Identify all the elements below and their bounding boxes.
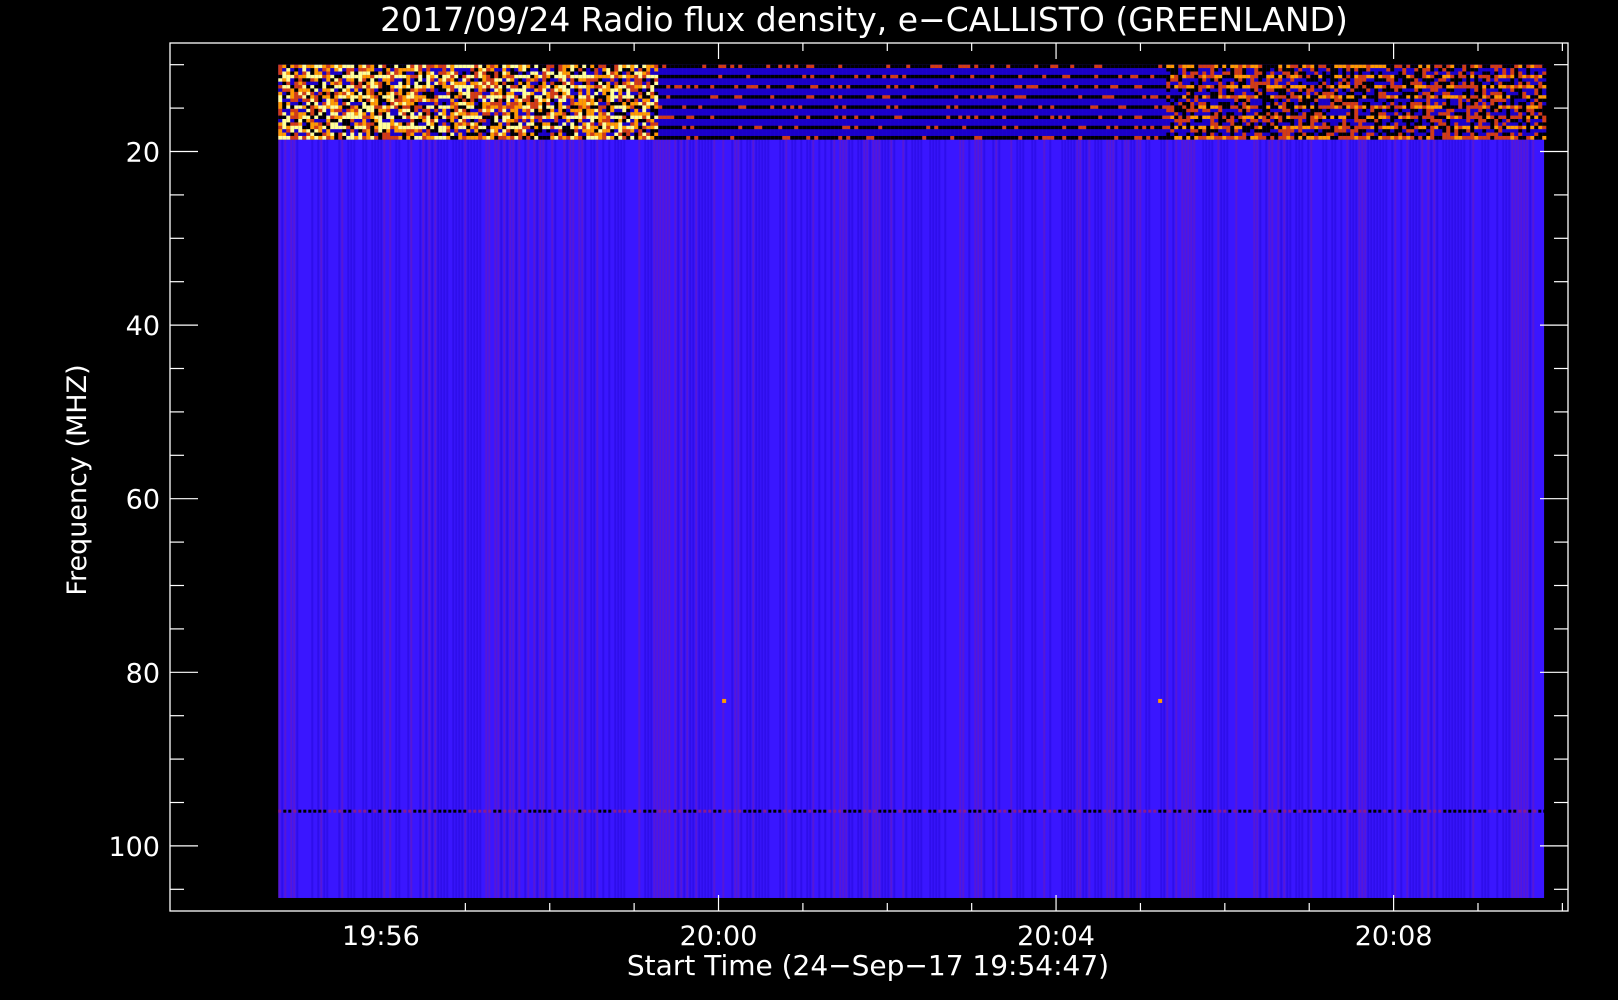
heatmap-data [278,64,1547,898]
y-tick-label: 100 [108,832,160,863]
x-tick-labels: 19:56 20:00 20:04 20:08 [342,921,1432,952]
emission-spot [722,698,727,703]
x-tick-label: 20:00 [680,921,758,952]
y-tick-label: 80 [126,658,160,689]
y-tick-label: 20 [126,138,160,169]
emission-band [278,64,1547,140]
spectrogram-chart: 2017/09/24 Radio flux density, e−CALLIST… [62,0,1569,982]
x-tick-label: 20:08 [1355,921,1433,952]
x-tick-label: 20:04 [1017,921,1095,952]
emission-spot [1158,698,1163,703]
chart-title: 2017/09/24 Radio flux density, e−CALLIST… [380,0,1348,39]
y-axis-label: Frequency (MHZ) [62,364,93,595]
y-tick-label: 40 [126,311,160,342]
y-tick-labels: 20 40 60 80 100 [108,138,160,863]
y-tick-label: 60 [126,485,160,516]
x-tick-label: 19:56 [342,921,420,952]
x-axis-label: Start Time (24−Sep−17 19:54:47) [627,949,1109,982]
